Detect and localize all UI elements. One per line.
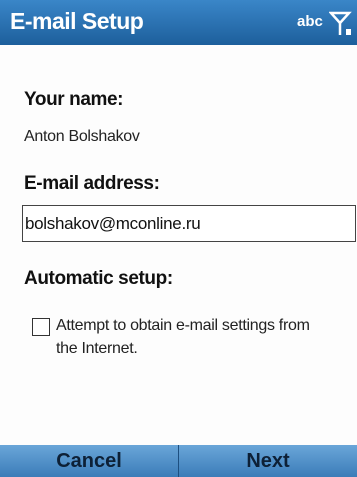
title-bar: E-mail Setup abc <box>0 0 357 45</box>
screen-title: E-mail Setup <box>10 8 144 34</box>
input-mode-indicator[interactable]: abc <box>297 13 323 30</box>
email-input[interactable] <box>23 206 345 241</box>
automatic-setup-label: Automatic setup: <box>24 268 173 289</box>
email-field[interactable] <box>22 205 356 242</box>
signal-antenna-icon <box>328 9 353 37</box>
name-value[interactable]: Anton Bolshakov <box>24 128 140 146</box>
auto-setup-checkbox[interactable] <box>32 318 50 336</box>
auto-setup-checkbox-label[interactable]: Attempt to obtain e-mail settings from t… <box>56 314 326 360</box>
softkey-bar: Cancel Next <box>0 445 357 477</box>
cancel-button[interactable]: Cancel <box>0 445 179 477</box>
email-label: E-mail address: <box>24 173 160 194</box>
name-label: Your name: <box>24 89 124 110</box>
next-button[interactable]: Next <box>179 445 357 477</box>
